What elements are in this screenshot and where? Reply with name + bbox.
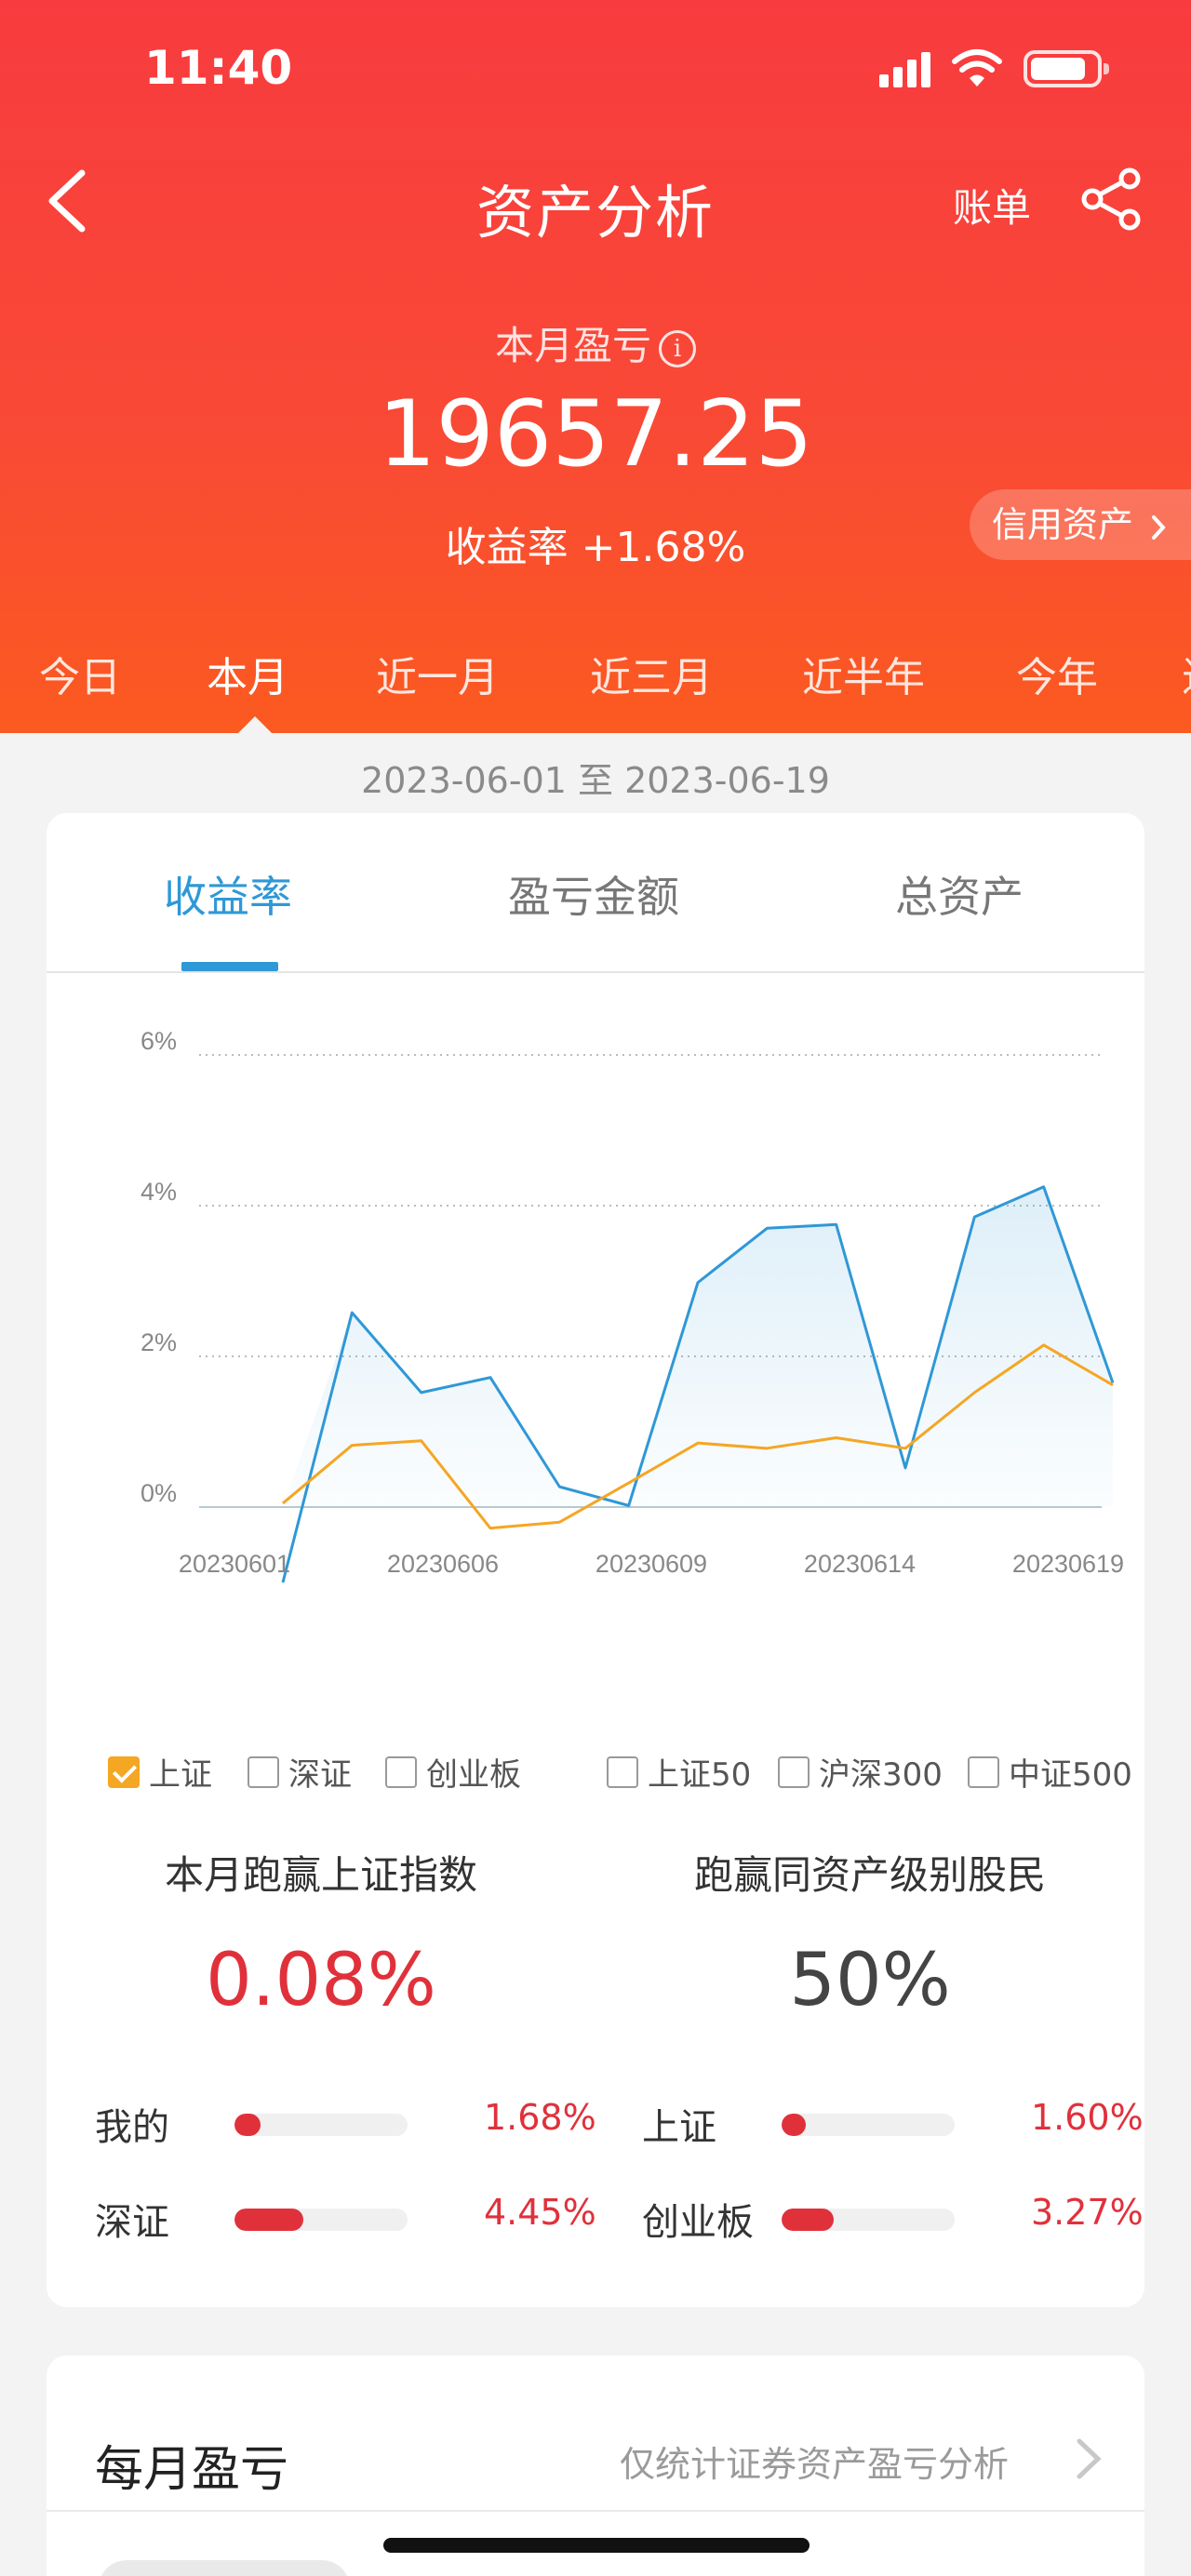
progress-value: 1.68% bbox=[484, 2097, 596, 2138]
progress-label: 我的 bbox=[95, 2106, 169, 2149]
series-area bbox=[283, 1186, 1113, 1507]
metric-tabs: 收益率 盈亏金额 总资产 bbox=[47, 813, 1144, 973]
period-tabs: 今日 本月 近一月 近三月 近半年 今年 近 bbox=[0, 644, 1191, 709]
progress-label: 上证 bbox=[642, 2106, 716, 2149]
tab-last-half-year[interactable]: 近半年 bbox=[802, 644, 925, 703]
tab-profit-amount[interactable]: 盈亏金额 bbox=[508, 863, 679, 925]
chevron-right-icon bbox=[1152, 514, 1166, 540]
checkbox-icon[interactable] bbox=[248, 1755, 279, 1788]
benchmark-label: 创业板 bbox=[426, 1756, 521, 1794]
status-time: 11:40 bbox=[144, 41, 293, 95]
benchmark-label: 沪深300 bbox=[819, 1756, 943, 1794]
return-rate-value: +1.68% bbox=[581, 524, 746, 571]
x-tick-label: 20230619 bbox=[1012, 1550, 1124, 1578]
tab-this-year[interactable]: 今年 bbox=[1016, 644, 1098, 703]
share-icon[interactable] bbox=[1077, 166, 1144, 233]
progress-label: 创业板 bbox=[642, 2201, 754, 2244]
beat-index-title: 本月跑赢上证指数 bbox=[164, 1852, 477, 1898]
profit-value: 19657.25 bbox=[378, 381, 813, 487]
progress-fill bbox=[782, 2114, 807, 2136]
x-tick-label: 20230606 bbox=[387, 1550, 499, 1578]
tab-more[interactable]: 近 bbox=[1182, 644, 1191, 703]
benchmark-option[interactable]: 上证50 bbox=[607, 1749, 751, 1795]
monthly-toggle[interactable] bbox=[99, 2560, 350, 2576]
active-tab-caret bbox=[238, 716, 272, 733]
y-tick-label: 0% bbox=[141, 1479, 177, 1507]
analysis-card: 收益率 盈亏金额 总资产 6%4%2%0%-2%2023060120230606… bbox=[47, 813, 1144, 2307]
progress-value: 4.45% bbox=[484, 2192, 596, 2233]
credit-assets-label: 信用资产 bbox=[992, 504, 1134, 545]
battery-icon bbox=[1024, 50, 1109, 87]
bill-button[interactable]: 账单 bbox=[953, 177, 1031, 234]
beat-index-value: 0.08% bbox=[206, 1939, 436, 2022]
wifi-icon bbox=[952, 49, 1002, 87]
info-icon[interactable]: i bbox=[659, 329, 696, 367]
date-range: 2023-06-01 至 2023-06-19 bbox=[361, 760, 830, 801]
beat-peers-value: 50% bbox=[789, 1939, 951, 2022]
progress-row: 上证 1.60% bbox=[642, 2097, 1144, 2153]
benchmark-option[interactable]: 深证 bbox=[248, 1749, 352, 1795]
profit-label: 本月盈亏 i bbox=[0, 314, 1191, 371]
tab-last-month[interactable]: 近一月 bbox=[376, 644, 499, 703]
tab-today[interactable]: 今日 bbox=[39, 644, 121, 703]
progress-label: 深证 bbox=[95, 2201, 169, 2244]
tab-return-rate[interactable]: 收益率 bbox=[164, 863, 292, 925]
y-tick-label: 4% bbox=[141, 1178, 177, 1206]
home-indicator bbox=[383, 2538, 810, 2553]
y-tick-label: 6% bbox=[141, 1027, 177, 1055]
progress-fill bbox=[234, 2114, 261, 2136]
progress-row: 我的 1.68% bbox=[95, 2097, 597, 2153]
active-tab-indicator bbox=[181, 962, 278, 971]
tab-last-three-months[interactable]: 近三月 bbox=[590, 644, 713, 703]
credit-assets-button[interactable]: 信用资产 bbox=[970, 489, 1191, 560]
benchmark-label: 上证50 bbox=[648, 1756, 752, 1794]
monthly-profit-title: 每月盈亏 bbox=[95, 2442, 289, 2498]
progress-fill bbox=[782, 2209, 834, 2231]
benchmark-label: 上证 bbox=[149, 1756, 212, 1794]
checkbox-icon[interactable] bbox=[968, 1755, 999, 1788]
status-icons bbox=[879, 48, 1109, 87]
progress-value: 3.27% bbox=[1031, 2192, 1144, 2233]
y-tick-label: 2% bbox=[141, 1328, 177, 1356]
progress-row: 创业板 3.27% bbox=[642, 2192, 1144, 2248]
benchmark-label: 中证500 bbox=[1009, 1756, 1132, 1794]
signal-icon bbox=[879, 50, 930, 87]
benchmark-label: 深证 bbox=[288, 1756, 352, 1794]
benchmark-option[interactable]: 沪深300 bbox=[778, 1749, 943, 1795]
benchmark-option[interactable]: 上证 bbox=[108, 1749, 212, 1795]
progress-track bbox=[234, 2114, 408, 2136]
return-chart: 6%4%2%0%-2%20230601202306062023060920230… bbox=[141, 1027, 1124, 1583]
chevron-right-icon bbox=[1077, 2438, 1102, 2479]
benchmark-list: 上证 深证 创业板 上证50 沪深300 中证500 bbox=[108, 1749, 1132, 1795]
divider bbox=[47, 2510, 1144, 2512]
progress-track bbox=[782, 2209, 955, 2231]
beat-peers-title: 跑赢同资产级别股民 bbox=[693, 1852, 1046, 1898]
x-tick-label: 20230601 bbox=[179, 1550, 290, 1578]
profit-label-text: 本月盈亏 bbox=[494, 323, 651, 368]
progress-value: 1.60% bbox=[1031, 2097, 1144, 2138]
progress-fill bbox=[234, 2209, 304, 2231]
checkbox-icon[interactable] bbox=[778, 1755, 810, 1788]
x-tick-label: 20230614 bbox=[804, 1550, 916, 1578]
x-tick-label: 20230609 bbox=[596, 1550, 707, 1578]
return-rate-label: 收益率 bbox=[445, 524, 569, 571]
tab-this-month[interactable]: 本月 bbox=[207, 644, 288, 703]
benchmark-option[interactable]: 创业板 bbox=[385, 1749, 521, 1795]
progress-row: 深证 4.45% bbox=[95, 2192, 597, 2248]
header: 11:40 资产分析 账单 本月盈亏 i 19657.25 收益率 +1.68% … bbox=[0, 0, 1191, 733]
checkbox-checked-icon[interactable] bbox=[108, 1755, 140, 1788]
checkbox-icon[interactable] bbox=[385, 1755, 417, 1788]
monthly-profit-note: 仅统计证券资产盈亏分析 bbox=[620, 2444, 1010, 2485]
tab-total-assets[interactable]: 总资产 bbox=[895, 863, 1024, 925]
progress-track bbox=[782, 2114, 955, 2136]
checkbox-icon[interactable] bbox=[607, 1755, 638, 1788]
progress-track bbox=[234, 2209, 408, 2231]
benchmark-option[interactable]: 中证500 bbox=[968, 1749, 1132, 1795]
